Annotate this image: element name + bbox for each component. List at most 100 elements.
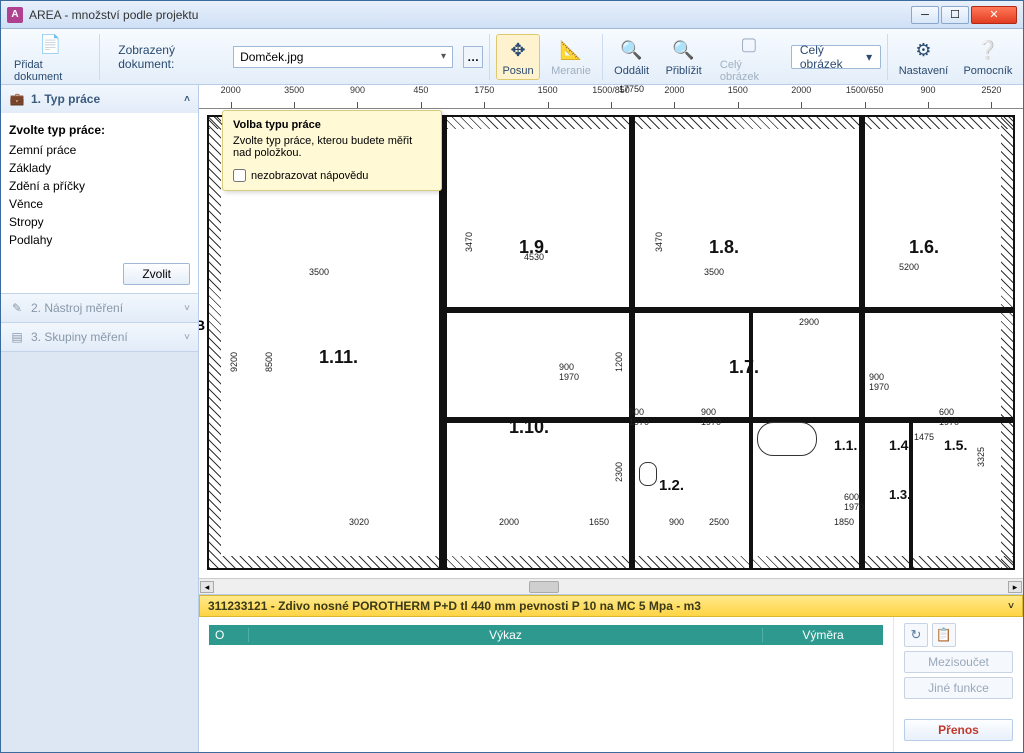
dont-show-label: nezobrazovat nápovědu [251,170,368,182]
accordion-measure-groups[interactable]: ▤ 3. Skupiny měření ˅ [1,323,198,351]
measure-button[interactable]: 📐 Meranie [546,34,596,80]
document-icon: 📄 [36,31,64,59]
separator [489,34,490,80]
pan-button[interactable]: ✥ Posun [496,34,540,80]
help-button[interactable]: ❔ Pomocník [959,34,1017,80]
scroll-left-icon[interactable]: ◂ [200,581,214,593]
measure-label: Meranie [551,65,591,77]
accordion-work-type[interactable]: 💼 1. Typ práce ˄ [1,85,198,113]
document-browse-button[interactable]: … [463,46,483,68]
minimize-button[interactable]: ─ [911,6,939,24]
settings-label: Nastavení [899,65,949,77]
dimension: 1970 [844,502,864,512]
shown-document-label: Zobrazený dokument: [118,43,223,71]
toilet-icon [639,462,657,486]
item-bar-label: 311233121 - Zdivo nosné POROTHERM P+D tl… [208,599,701,613]
choose-work-label: Zvolte typ práce: [9,119,190,141]
dimension: 3470 [464,232,474,252]
accordion-work-type-label: 1. Typ práce [31,92,100,106]
dimension: 900 [701,407,716,417]
separator [602,34,603,80]
refresh-button[interactable]: ↻ [904,623,928,647]
ruler-tick: 2000 [643,85,706,108]
col-index: O [209,628,249,642]
gear-icon: ⚙ [909,37,937,65]
sidebar: 💼 1. Typ práce ˄ Zvolte typ práce: Zemní… [1,85,199,752]
choose-button[interactable]: Zvolit [123,263,190,285]
dimension: 1850 [834,517,854,527]
room-label: 1.1. [834,437,857,453]
ruler-tick: 1500/650 [833,85,896,108]
document-combo[interactable]: Domček.jpg ▾ [233,46,453,68]
window-title: AREA - množství podle projektu [29,8,911,22]
transfer-button[interactable]: Přenos [904,719,1013,741]
fit-image-label: Celý obrázek [720,59,778,83]
ruler-tick: 900 [326,85,389,108]
work-item[interactable]: Podlahy [9,231,190,249]
scroll-right-icon[interactable]: ▸ [1008,581,1022,593]
dimension: 3020 [349,517,369,527]
work-item[interactable]: Věnce [9,195,190,213]
item-bar[interactable]: 311233121 - Zdivo nosné POROTHERM P+D tl… [199,595,1023,617]
chevron-down-icon: ˅ [184,332,190,343]
dimension: 5200 [899,262,919,272]
fit-image-button[interactable]: ▢ Celý obrázek [713,28,785,86]
dimension: 17750 [619,85,644,94]
dimension: 2500 [709,517,729,527]
dimension: 3470 [654,232,664,252]
subtotal-button[interactable]: Mezisoučet [904,651,1013,673]
copy-button[interactable]: 📋 [932,623,956,647]
ruler-tick: 2000 [199,85,262,108]
col-vykaz: Výkaz [249,628,763,642]
ruler-tick: 1500 [706,85,769,108]
fit-image-dropdown[interactable]: Celý obrázek ▾ [791,45,881,69]
zoom-out-button[interactable]: 🔍 Oddálit [609,34,654,80]
close-button[interactable]: ✕ [971,6,1017,24]
room-label: 1.8. [709,237,739,258]
tooltip-checkbox-row[interactable]: nezobrazovat nápovědu [233,169,431,182]
accordion-groups-label: 3. Skupiny měření [31,330,128,344]
ruler-tick: 1500 [516,85,579,108]
dimension: 900 [559,362,574,372]
dimension: 1650 [589,517,609,527]
dimension: 1970 [701,417,721,427]
section-marker: B [199,317,205,333]
dont-show-checkbox[interactable] [233,169,246,182]
work-type-list: Zemní práce Základy Zdění a příčky Věnce… [9,141,190,249]
dimension: 900 [869,372,884,382]
move-icon: ✥ [504,37,532,65]
dimension: 900 [669,517,684,527]
fit-icon: ▢ [735,31,763,59]
ruler-tick: 450 [389,85,452,108]
zoom-out-icon: 🔍 [618,37,646,65]
dimension: 2300 [614,462,624,482]
work-item[interactable]: Zemní práce [9,141,190,159]
document-combo-value: Domček.jpg [240,50,303,64]
other-functions-button[interactable]: Jiné funkce [904,677,1013,699]
ruler-tick: 3500 [262,85,325,108]
accordion-measure-tool[interactable]: ✎ 2. Nástroj měření ˅ [1,294,198,322]
dimension: 9200 [229,352,239,372]
settings-button[interactable]: ⚙ Nastavení [894,34,953,80]
work-type-panel: Zvolte typ práce: Zemní práce Základy Zd… [1,113,198,255]
chevron-down-icon: ˅ [184,303,190,314]
horizontal-scrollbar[interactable]: ◂ ▸ [199,578,1023,594]
work-item[interactable]: Stropy [9,213,190,231]
work-item[interactable]: Zdění a příčky [9,177,190,195]
dimension: 3325 [976,447,986,467]
add-document-button[interactable]: 📄 Přidat dokument [7,28,93,86]
room-label: 1.6. [909,237,939,258]
maximize-button[interactable]: ☐ [941,6,969,24]
dimension: 3500 [309,267,329,277]
dimension: 1970 [869,382,889,392]
ruler-icon: 📐 [557,37,585,65]
zoom-in-button[interactable]: 🔍 Přiblížit [660,34,707,80]
room-label: 1.2. [659,477,684,494]
scroll-thumb[interactable] [529,581,559,593]
ruler-tick: 900 [896,85,959,108]
zoom-in-icon: 🔍 [670,37,698,65]
work-item[interactable]: Základy [9,159,190,177]
help-tooltip: Volba typu práce Zvolte typ práce, ktero… [222,110,442,191]
dimension: 1970 [629,417,649,427]
briefcase-icon: 💼 [9,91,25,107]
